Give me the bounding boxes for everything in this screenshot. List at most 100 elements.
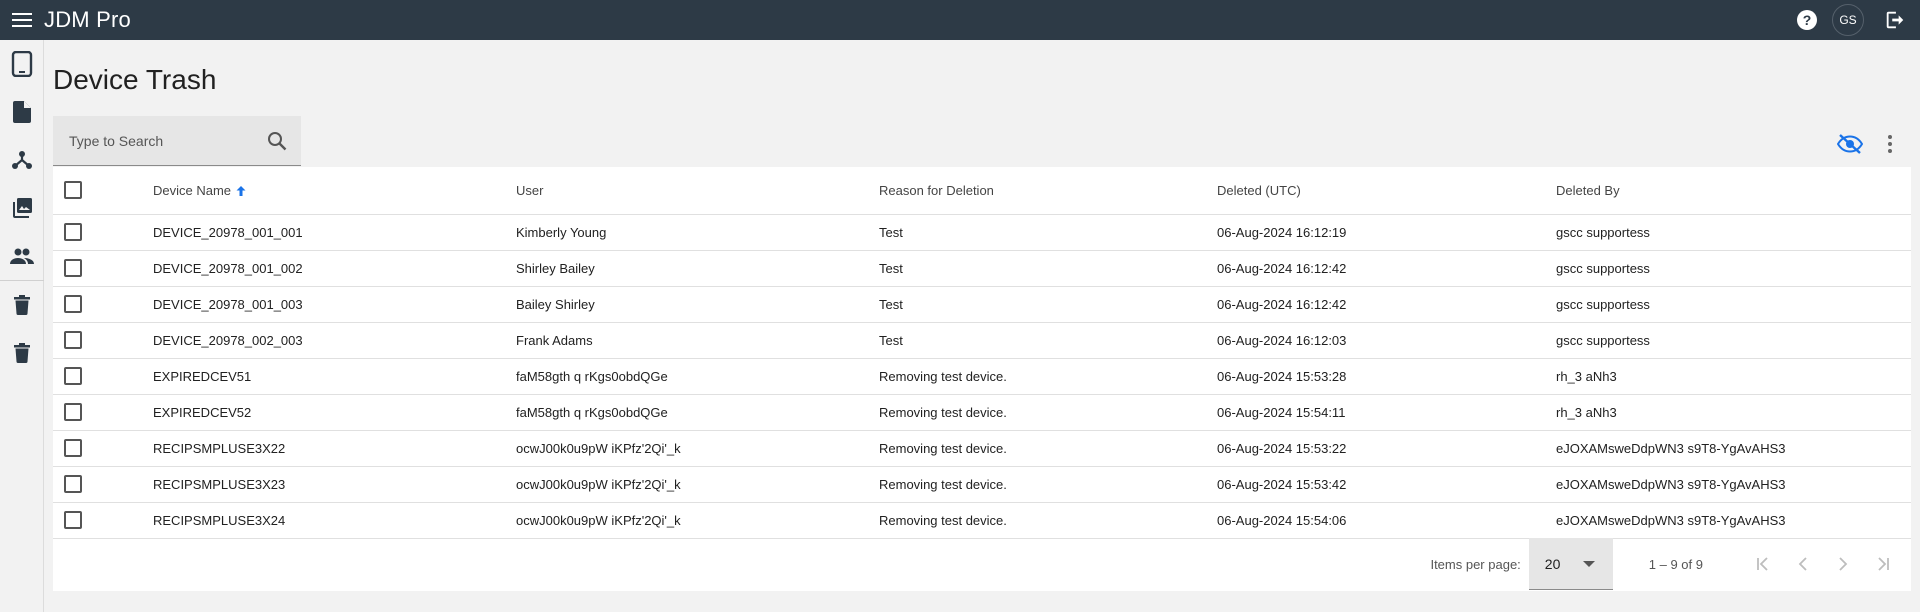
sidebar-item-devices[interactable] (0, 40, 44, 88)
cell-user: Kimberly Young (516, 214, 879, 251)
cell-reason: Test (879, 214, 1217, 251)
items-per-page-value: 20 (1544, 555, 1561, 572)
row-select-cell (53, 214, 153, 251)
cell-device-name: EXPIREDCEV52 (153, 394, 516, 431)
cell-deleted-by: rh_3 aNh3 (1556, 394, 1911, 431)
cell-device-name: DEVICE_20978_001_001 (153, 214, 516, 251)
row-select-cell (53, 466, 153, 503)
cell-deleted-utc: 06-Aug-2024 15:54:06 (1217, 502, 1556, 539)
table-row[interactable]: RECIPSMPLUSE3X24 ocwJ00k0u9pW iKPfz'2Qi'_… (53, 502, 1911, 539)
table-row[interactable]: DEVICE_20978_001_003 Bailey Shirley Test 06… (53, 286, 1911, 323)
first-page-icon[interactable] (1743, 544, 1783, 584)
logout-icon[interactable] (1874, 0, 1916, 40)
table-row[interactable]: RECIPSMPLUSE3X22 ocwJ00k0u9pW iKPfz'2Qi'_… (53, 430, 1911, 467)
top-bar-actions: ? GS (1786, 0, 1920, 40)
menu-icon[interactable] (0, 0, 44, 40)
sidebar-item-hierarchy[interactable] (0, 136, 44, 184)
cell-user: ocwJ00k0u9pW iKPfz'2Qi'_k (516, 502, 879, 539)
table-row[interactable]: EXPIREDCEV51 faM58gth q rKgs0obdQGe Removi… (53, 358, 1911, 395)
next-page-icon[interactable] (1823, 544, 1863, 584)
sort-ascending-icon (236, 186, 246, 197)
table-row[interactable]: DEVICE_20978_002_003 Frank Adams Test 06-Au… (53, 322, 1911, 359)
column-header-reason[interactable]: Reason for Deletion (879, 167, 1217, 215)
cell-user: Shirley Bailey (516, 250, 879, 287)
more-vert-icon[interactable] (1870, 124, 1910, 164)
row-checkbox[interactable] (64, 475, 82, 493)
cell-user: faM58gth q rKgs0obdQGe (516, 394, 879, 431)
cell-reason: Test (879, 250, 1217, 287)
sidebar-item-users[interactable] (0, 232, 44, 280)
cell-deleted-by: gscc supportess (1556, 214, 1911, 251)
row-checkbox[interactable] (64, 223, 82, 241)
column-header-user[interactable]: User (516, 167, 879, 215)
trash-icon (14, 343, 30, 363)
table-row[interactable]: DEVICE_20978_001_002 Shirley Bailey Test 06… (53, 250, 1911, 287)
range-label: 1 – 9 of 9 (1648, 556, 1703, 572)
cell-deleted-by: eJOXAMsweDdpWN3 s9T8-YgAvAHS3 (1556, 430, 1911, 467)
cell-deleted-by: gscc supportess (1556, 250, 1911, 287)
search-field[interactable] (53, 116, 301, 166)
device-trash-table: Device Name User Reason for Deletion Del… (53, 167, 1911, 539)
search-icon[interactable] (257, 121, 297, 161)
cell-user: Bailey Shirley (516, 286, 879, 323)
row-select-cell (53, 502, 153, 539)
device-trash-table-card: Device Name User Reason for Deletion Del… (53, 167, 1911, 591)
row-checkbox[interactable] (64, 331, 82, 349)
tablet-icon (11, 51, 33, 77)
row-checkbox[interactable] (64, 295, 82, 313)
photo-library-icon (13, 198, 32, 218)
cell-deleted-utc: 06-Aug-2024 16:12:42 (1217, 286, 1556, 323)
cell-user: faM58gth q rKgs0obdQGe (516, 358, 879, 395)
search-input[interactable] (53, 116, 257, 165)
cell-deleted-utc: 06-Aug-2024 16:12:19 (1217, 214, 1556, 251)
row-select-cell (53, 250, 153, 287)
table-row[interactable]: DEVICE_20978_001_001 Kimberly Young Test 06… (53, 214, 1911, 251)
sidebar-item-device-trash[interactable] (0, 281, 44, 329)
cell-device-name: RECIPSMPLUSE3X22 (153, 430, 516, 467)
row-checkbox[interactable] (64, 367, 82, 385)
hub-icon (12, 151, 32, 169)
cell-device-name: RECIPSMPLUSE3X23 (153, 466, 516, 503)
cell-reason: Removing test device. (879, 358, 1217, 395)
sidebar-item-media[interactable] (0, 184, 44, 232)
row-select-cell (53, 358, 153, 395)
row-checkbox[interactable] (64, 511, 82, 529)
select-all-checkbox[interactable] (64, 181, 82, 200)
cell-device-name: DEVICE_20978_001_002 (153, 250, 516, 287)
cell-deleted-by: gscc supportess (1556, 322, 1911, 359)
svg-text:?: ? (1803, 12, 1812, 28)
row-select-cell (53, 430, 153, 467)
sidebar-item-trash[interactable] (0, 329, 44, 377)
user-avatar[interactable]: GS (1832, 4, 1864, 36)
cell-device-name: EXPIREDCEV51 (153, 358, 516, 395)
cell-deleted-utc: 06-Aug-2024 15:53:22 (1217, 430, 1556, 467)
cell-reason: Removing test device. (879, 430, 1217, 467)
row-checkbox[interactable] (64, 259, 82, 277)
row-select-cell (53, 286, 153, 323)
column-header-device-name[interactable]: Device Name (153, 167, 516, 215)
column-header-deleted-utc[interactable]: Deleted (UTC) (1217, 167, 1556, 215)
previous-page-icon[interactable] (1783, 544, 1823, 584)
row-checkbox[interactable] (64, 439, 82, 457)
visibility-off-icon[interactable] (1830, 124, 1870, 164)
row-checkbox[interactable] (64, 403, 82, 421)
cell-device-name: DEVICE_20978_001_003 (153, 286, 516, 323)
table-row[interactable]: EXPIREDCEV52 faM58gth q rKgs0obdQGe Removi… (53, 394, 1911, 431)
row-select-cell (53, 322, 153, 359)
cell-deleted-utc: 06-Aug-2024 15:54:11 (1217, 394, 1556, 431)
items-per-page-select[interactable]: 20 (1528, 538, 1613, 590)
help-icon[interactable]: ? (1786, 0, 1828, 40)
cell-deleted-utc: 06-Aug-2024 15:53:28 (1217, 358, 1556, 395)
column-header-deleted-by[interactable]: Deleted By (1556, 167, 1911, 215)
trash-icon (14, 295, 30, 315)
sidebar-item-documents[interactable] (0, 88, 44, 136)
table-row[interactable]: RECIPSMPLUSE3X23 ocwJ00k0u9pW iKPfz'2Qi'_… (53, 466, 1911, 503)
document-icon (13, 101, 31, 123)
cell-device-name: DEVICE_20978_002_003 (153, 322, 516, 359)
cell-deleted-utc: 06-Aug-2024 15:53:42 (1217, 466, 1556, 503)
cell-reason: Test (879, 322, 1217, 359)
cell-reason: Removing test device. (879, 466, 1217, 503)
cell-deleted-utc: 06-Aug-2024 16:12:03 (1217, 322, 1556, 359)
people-icon (10, 248, 34, 264)
last-page-icon[interactable] (1863, 544, 1903, 584)
